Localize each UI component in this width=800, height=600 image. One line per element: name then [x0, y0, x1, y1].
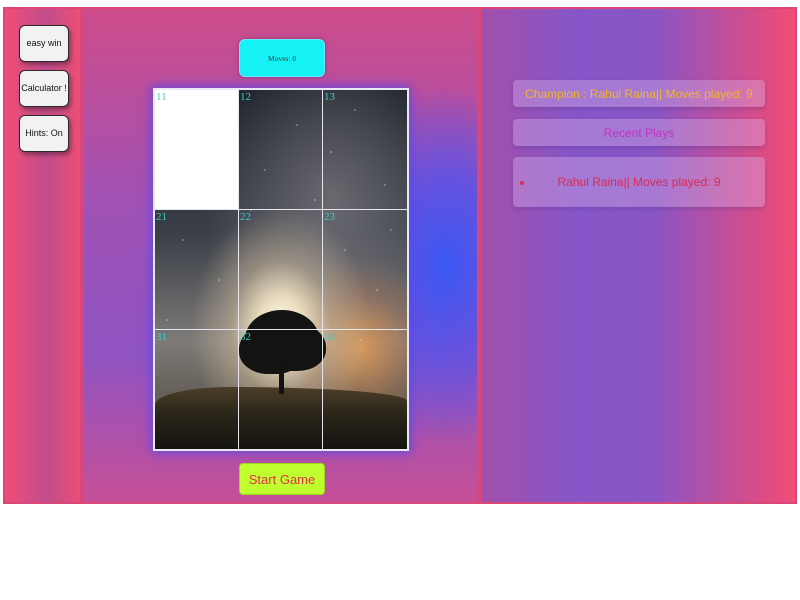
tile-number: 33 [324, 331, 335, 343]
list-item: Rahul Raina|| Moves played: 9 [557, 175, 721, 189]
left-sidebar: easy win Calculator ! Hints: On [3, 7, 82, 504]
puzzle-tile[interactable]: 33 [323, 330, 407, 449]
game-panel: Moves: 0 11 12 13 21 22 23 31 32 33 Start Game [82, 7, 479, 504]
empty-tile[interactable]: 11 [155, 90, 239, 210]
tile-number: 11 [156, 91, 167, 103]
start-game-button[interactable]: Start Game [239, 463, 325, 495]
champion-banner: Champion : Rahul Raina|| Moves played: 9 [513, 80, 765, 107]
puzzle-tile[interactable]: 32 [239, 330, 323, 449]
puzzle-tile[interactable]: 23 [323, 210, 407, 330]
puzzle-board: 11 12 13 21 22 23 31 32 33 [153, 88, 409, 451]
tile-number: 12 [240, 91, 251, 103]
puzzle-tile[interactable]: 22 [239, 210, 323, 330]
tile-number: 31 [156, 331, 167, 343]
calculator-button[interactable]: Calculator ! [19, 70, 69, 107]
tile-number: 22 [240, 211, 251, 223]
recent-plays-list: Rahul Raina|| Moves played: 9 [513, 157, 765, 207]
tile-number: 13 [324, 91, 335, 103]
tile-number: 21 [156, 211, 167, 223]
puzzle-tile[interactable]: 31 [155, 330, 239, 449]
scoreboard-panel: Champion : Rahul Raina|| Moves played: 9… [479, 7, 797, 504]
tile-number: 23 [324, 211, 335, 223]
moves-counter: Moves: 0 [239, 39, 325, 77]
puzzle-tile[interactable]: 12 [239, 90, 323, 210]
hints-toggle-button[interactable]: Hints: On [19, 115, 69, 152]
puzzle-tile[interactable]: 13 [323, 90, 407, 210]
recent-plays-header: Recent Plays [513, 119, 765, 146]
easy-win-button[interactable]: easy win [19, 25, 69, 62]
puzzle-tile[interactable]: 21 [155, 210, 239, 330]
tile-number: 32 [240, 331, 251, 343]
